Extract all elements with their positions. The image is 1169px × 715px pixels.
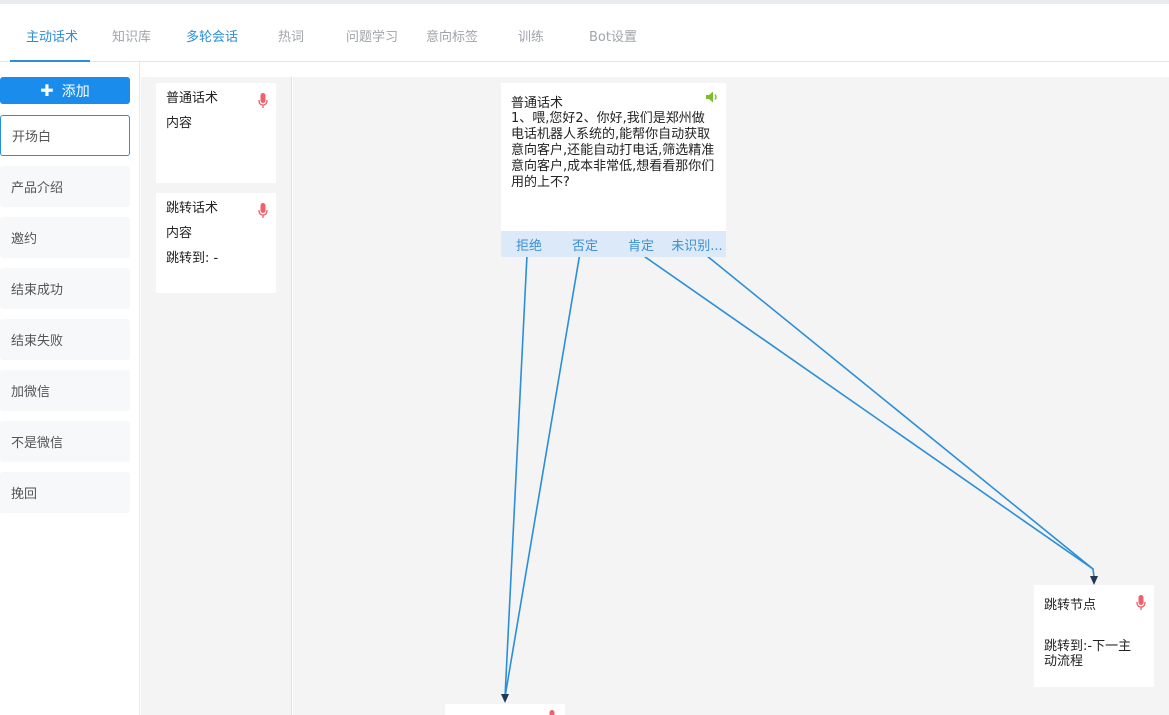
tab-knowledge-base[interactable]: 知识库: [112, 26, 151, 45]
add-button-label: 添加: [61, 83, 90, 100]
plus-icon: ✚: [40, 81, 54, 100]
branch-unrecognized[interactable]: 未识别...: [669, 235, 725, 254]
sidebar-item-retain[interactable]: 挽回: [0, 472, 130, 513]
palette-jump-script[interactable]: 跳转话术 内容 跳转到: -: [156, 193, 276, 293]
main-node-title: 普通话术: [511, 96, 564, 111]
tab-training[interactable]: 训练: [518, 26, 544, 45]
node-palette: 普通话术 内容 跳转话术 内容 跳转到: -: [141, 77, 292, 715]
main-node-content: 1、喂,您好2、你好,我们是郑州做电话机器人系统的,能帮你自动获取意向客户,还能…: [511, 111, 715, 190]
tab-question-learning[interactable]: 问题学习: [346, 26, 398, 45]
jump-node-target: 跳转到:-下一主动流程: [1044, 639, 1132, 669]
jump-node[interactable]: 跳转节点 跳转到:-下一主动流程: [1034, 585, 1154, 687]
connector-unrecognized: [695, 235, 1094, 570]
branch-reject[interactable]: 拒绝: [501, 235, 557, 254]
palette-normal-title: 普通话术: [166, 91, 219, 106]
top-tab-bar: 主动话术 知识库 多轮会话 热词 问题学习 意向标签 训练 Bot设置: [0, 0, 1169, 62]
connector-affirm: [637, 235, 1095, 578]
tab-multi-turn[interactable]: 多轮会话: [186, 26, 238, 45]
palette-jump-target: 跳转到: -: [166, 251, 219, 266]
tab-intent-tags[interactable]: 意向标签: [426, 26, 478, 45]
palette-normal-content: 内容: [166, 116, 193, 131]
tab-active-scripts[interactable]: 主动话术: [26, 26, 78, 45]
sidebar-item-end-failure[interactable]: 结束失败: [0, 319, 130, 360]
flow-canvas[interactable]: 普通话术 1、喂,您好2、你好,我们是郑州做电话机器人系统的,能帮你自动获取意向…: [293, 77, 1169, 715]
microphone-icon: [258, 93, 268, 108]
tab-hot-words[interactable]: 热词: [278, 26, 304, 45]
palette-normal-script[interactable]: 普通话术 内容: [156, 83, 276, 183]
branch-negate[interactable]: 否定: [557, 235, 613, 254]
sidebar-item-add-wechat[interactable]: 加微信: [0, 370, 130, 411]
jump-node-title: 跳转节点: [1044, 598, 1097, 613]
arrow-head-bottom: [501, 694, 509, 703]
sidebar-item-not-wechat[interactable]: 不是微信: [0, 421, 130, 462]
palette-jump-content: 内容: [166, 226, 193, 241]
category-sidebar: ✚ 添加 开场白 产品介绍 邀约 结束成功 结束失败 加微信 不是微信 挽回: [0, 62, 140, 715]
microphone-icon: [258, 203, 268, 218]
speaker-icon[interactable]: [705, 90, 719, 104]
microphone-icon: [549, 710, 555, 715]
main-script-node[interactable]: 普通话术 1、喂,您好2、你好,我们是郑州做电话机器人系统的,能帮你自动获取意向…: [501, 83, 726, 257]
sidebar-item-product-intro[interactable]: 产品介绍: [0, 166, 130, 207]
sidebar-item-opening[interactable]: 开场白: [0, 115, 130, 156]
arrow-head-jump: [1090, 576, 1098, 585]
tab-bot-settings[interactable]: Bot设置: [589, 26, 637, 45]
add-category-button[interactable]: ✚ 添加: [0, 77, 130, 104]
sidebar-item-end-success[interactable]: 结束成功: [0, 268, 130, 309]
bottom-node-partial[interactable]: [445, 704, 565, 715]
palette-jump-title: 跳转话术: [166, 201, 219, 216]
branch-affirm[interactable]: 肯定: [613, 235, 669, 254]
microphone-icon: [1136, 595, 1146, 610]
sidebar-item-invite[interactable]: 邀约: [0, 217, 130, 258]
branch-bar: 拒绝 否定 肯定 未识别...: [501, 231, 726, 257]
